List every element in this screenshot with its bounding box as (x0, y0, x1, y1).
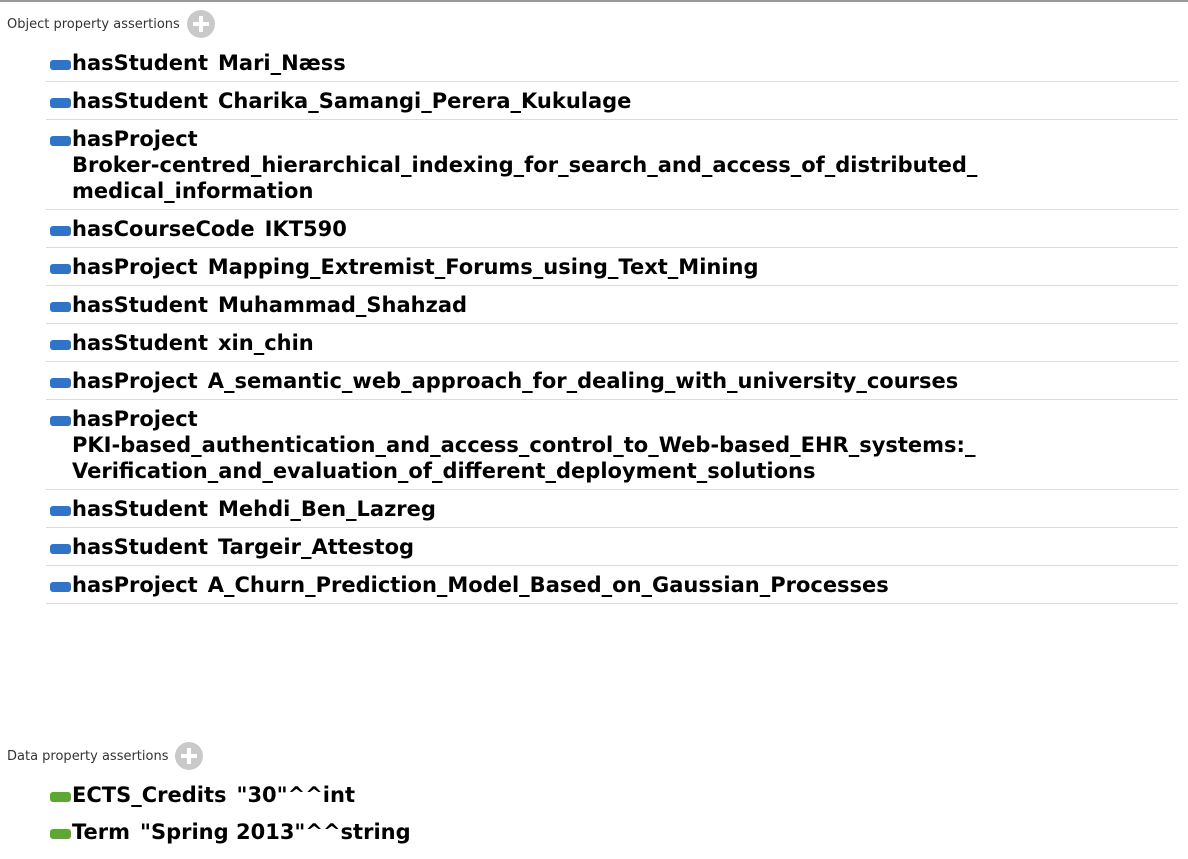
add-data-property-assertion-button[interactable] (175, 742, 204, 770)
object-assertion-list: hasStudent Mari_Næss hasStudent Charika_Sa… (46, 44, 1178, 604)
object-property-icon (50, 506, 71, 516)
assertion-row[interactable]: ECTS_Credits "30"^^int (46, 776, 1178, 813)
property-value: A_Churn_Prediction_Model_Based_on_Gaussi… (207, 573, 889, 597)
object-property-icon (50, 416, 71, 426)
plus-icon-vertical (187, 748, 192, 764)
object-property-icon (50, 340, 71, 350)
object-property-icon (50, 302, 71, 312)
property-value: Mari_Næss (218, 51, 346, 75)
top-divider (0, 0, 1188, 2)
data-property-assertions-section: Data property assertions ECTS_Credits "30… (0, 736, 1188, 850)
assertion-row[interactable]: hasProject Mapping_Extremist_Forums_using… (46, 248, 1178, 286)
assertion-row[interactable]: hasStudent Charika_Samangi_Perera_Kukulag… (46, 82, 1178, 120)
data-assertion-list: ECTS_Credits "30"^^int Term "Spring 2013"^… (46, 776, 1178, 850)
property-name: hasStudent (72, 293, 208, 317)
assertion-row[interactable]: hasProject PKI-based_authentication_and_a… (46, 400, 1178, 490)
property-name: hasStudent (72, 89, 208, 113)
object-property-icon (50, 98, 71, 108)
property-value: Muhammad_Shahzad (218, 293, 468, 317)
property-value: Mapping_Extremist_Forums_using_Text_Mini… (207, 255, 759, 279)
assertion-row[interactable]: hasStudent Muhammad_Shahzad (46, 286, 1178, 324)
assertion-row[interactable]: Term "Spring 2013"^^string (46, 813, 1178, 850)
property-value: A_semantic_web_approach_for_dealing_with… (207, 369, 959, 393)
property-name: Term (72, 820, 131, 844)
property-value-line: PKI-based_authentication_and_access_cont… (72, 433, 976, 457)
property-value-line: Verification_and_evaluation_of_different… (72, 459, 816, 483)
property-name: hasStudent (72, 497, 208, 521)
object-property-icon (50, 264, 71, 274)
property-value: xin_chin (218, 331, 314, 355)
assertion-row[interactable]: hasProject Broker-centred_hierarchical_in… (46, 120, 1178, 210)
property-value: "30"^^int (236, 783, 355, 807)
property-value-line: Broker-centred_hierarchical_indexing_for… (72, 153, 978, 177)
assertion-row[interactable]: hasStudent Mehdi_Ben_Lazreg (46, 490, 1178, 528)
object-property-icon (50, 60, 71, 70)
object-property-icon (50, 544, 71, 554)
section-header: Data property assertions (0, 736, 1188, 776)
assertion-row[interactable]: hasStudent Mari_Næss (46, 44, 1178, 82)
assertion-row[interactable]: hasStudent Targeir_Attestog (46, 528, 1178, 566)
property-name: ECTS_Credits (72, 783, 227, 807)
section-title: Object property assertions (7, 16, 180, 32)
object-property-icon (50, 226, 71, 236)
assertion-row[interactable]: hasStudent xin_chin (46, 324, 1178, 362)
property-name: hasProject (72, 127, 198, 151)
object-property-icon (50, 378, 71, 388)
plus-icon-vertical (198, 16, 203, 32)
assertion-row[interactable]: hasProject A_Churn_Prediction_Model_Based… (46, 566, 1178, 604)
property-value: IKT590 (264, 217, 347, 241)
property-value: Targeir_Attestog (218, 535, 415, 559)
data-property-icon (50, 792, 71, 802)
property-name: hasCourseCode (72, 217, 255, 241)
property-name: hasProject (72, 573, 198, 597)
object-property-icon (50, 582, 71, 592)
assertion-row[interactable]: hasCourseCode IKT590 (46, 210, 1178, 248)
section-header: Object property assertions (0, 4, 1188, 44)
assertion-row[interactable]: hasProject A_semantic_web_approach_for_de… (46, 362, 1178, 400)
object-property-assertions-section: Object property assertions hasStudent Mar… (0, 4, 1188, 604)
property-name: hasProject (72, 255, 198, 279)
property-value: "Spring 2013"^^string (140, 820, 411, 844)
property-name: hasProject (72, 369, 198, 393)
property-value-line: medical_information (72, 179, 314, 203)
object-property-icon (50, 136, 71, 146)
property-name: hasStudent (72, 535, 208, 559)
data-property-icon (50, 829, 71, 839)
property-name: hasStudent (72, 51, 208, 75)
property-name: hasStudent (72, 331, 208, 355)
section-title: Data property assertions (7, 748, 169, 764)
add-object-property-assertion-button[interactable] (186, 10, 215, 38)
property-value: Charika_Samangi_Perera_Kukulage (218, 89, 632, 113)
property-name: hasProject (72, 407, 198, 431)
property-value: Mehdi_Ben_Lazreg (218, 497, 436, 521)
